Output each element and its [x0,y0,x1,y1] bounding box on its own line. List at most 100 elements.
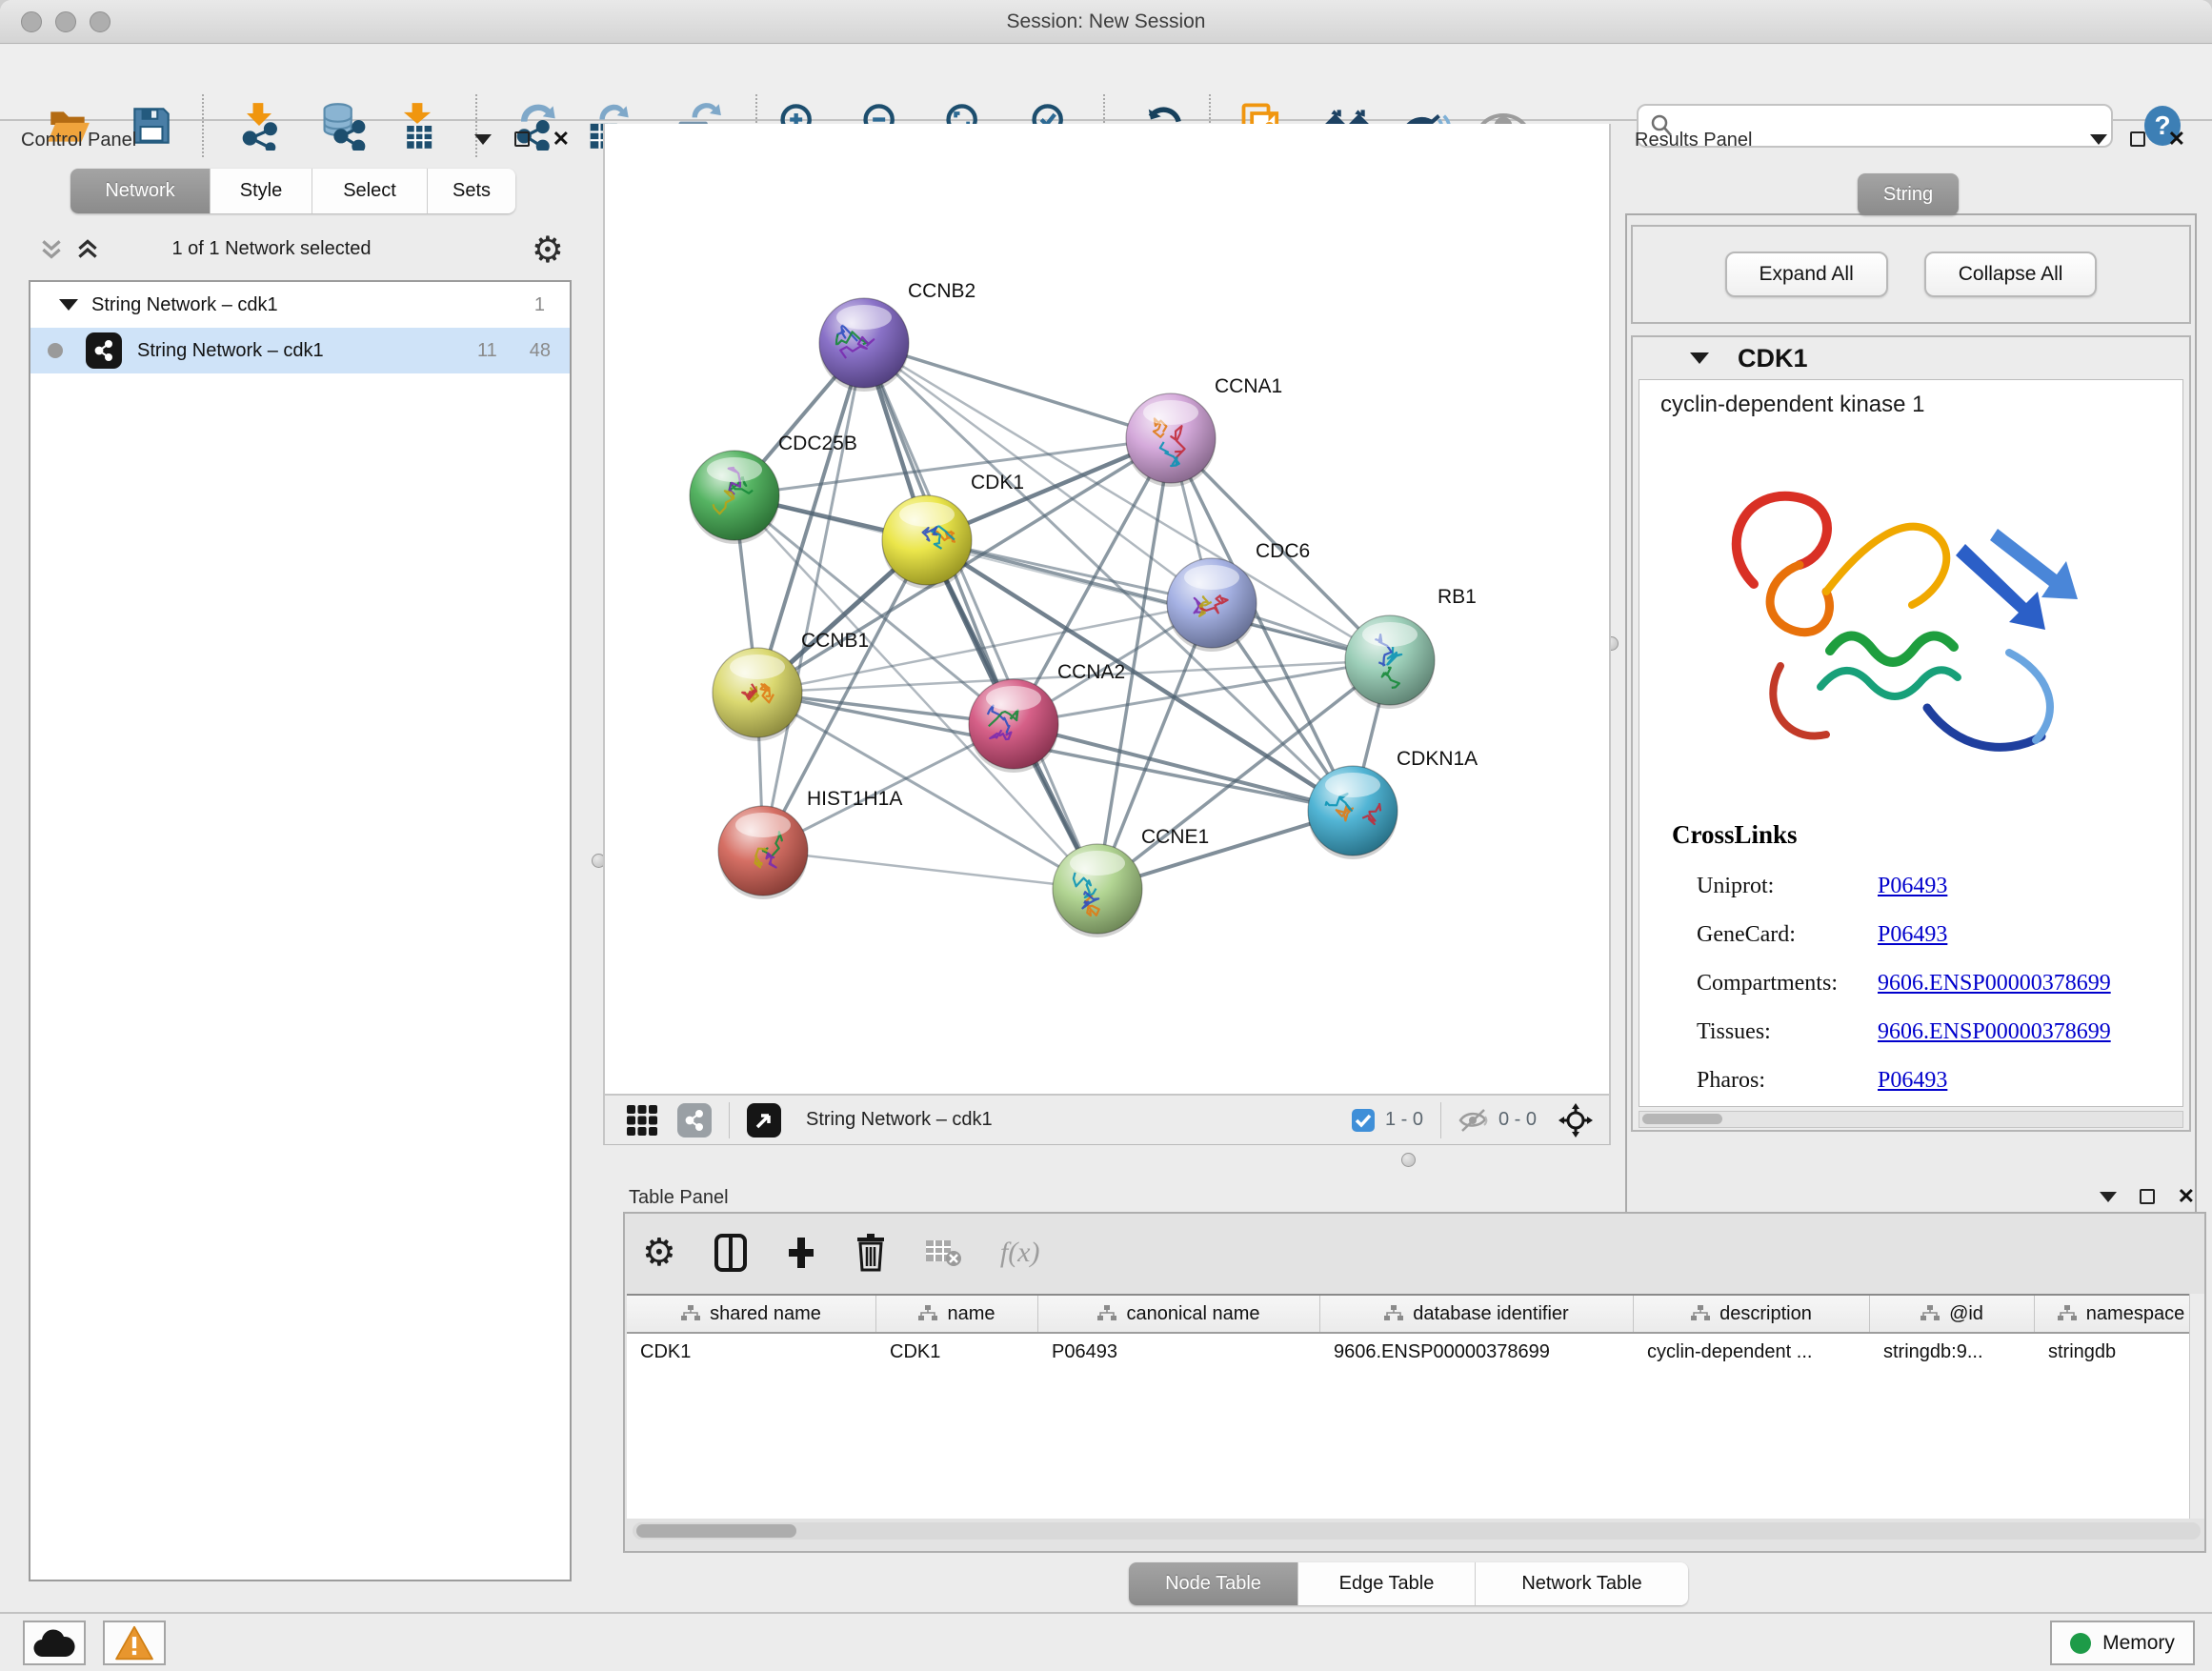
control-panel-tabs: NetworkStyleSelectSets [70,169,515,213]
node-result-header[interactable]: CDK1 [1633,337,2189,379]
share-icon[interactable] [677,1103,712,1137]
crosslink-link[interactable]: 9606.ENSP00000378699 [1878,1019,2111,1045]
network-node-CCNA1[interactable] [1126,393,1216,487]
network-node-CDC25B[interactable] [690,451,779,544]
cloud-icon [33,1628,75,1659]
column-header-namespace[interactable]: namespace [2035,1296,2193,1332]
memory-button[interactable]: Memory [2050,1621,2195,1665]
network-canvas[interactable]: CCNB2CCNA1CDC25BCDK1CDC6RB1CCNB1CCNA2CDK… [603,124,1611,1094]
toolbar-separator [1440,1102,1441,1138]
crosshair-icon[interactable] [1558,1102,1594,1138]
column-header-canonical-name[interactable]: canonical name [1038,1296,1320,1332]
float-icon[interactable] [514,131,530,147]
trash-icon[interactable] [855,1234,886,1272]
crosslink-link[interactable]: P06493 [1878,874,1947,899]
tab-network[interactable]: Network [70,169,211,213]
float-icon[interactable] [2130,131,2145,147]
add-column-icon[interactable] [785,1234,817,1272]
table-hscrollbar-thumb[interactable] [636,1524,796,1538]
network-collection-row[interactable]: String Network – cdk1 1 [30,282,570,328]
close-icon[interactable]: ✕ [553,131,570,147]
tab-edge-table[interactable]: Edge Table [1298,1562,1476,1605]
column-header-description[interactable]: description [1634,1296,1870,1332]
network-node-count: 11 [477,340,497,362]
crosslink-link[interactable]: P06493 [1878,922,1947,948]
cloud-button[interactable] [23,1621,86,1665]
tab-select[interactable]: Select [312,169,428,213]
table-cell[interactable]: CDK1 [627,1334,876,1370]
close-icon[interactable]: ✕ [2168,131,2185,147]
table-cell[interactable]: stringdb [2035,1334,2193,1370]
tab-sets[interactable]: Sets [428,169,515,213]
table-cell[interactable]: cyclin-dependent ... [1634,1334,1870,1370]
table-cell[interactable]: P06493 [1038,1334,1320,1370]
column-header-database-identifier[interactable]: database identifier [1320,1296,1634,1332]
network-node-CCNA2[interactable] [969,679,1058,773]
close-icon[interactable]: ✕ [2178,1189,2195,1204]
network-node-CDC6[interactable] [1167,558,1257,652]
crosslink-label: Pharos: [1697,1068,1878,1094]
control-panel-title: Control Panel [21,130,136,151]
tab-style[interactable]: Style [211,169,312,213]
node-label-CCNE1: CCNE1 [1141,826,1209,848]
column-header-@id[interactable]: @id [1870,1296,2035,1332]
network-node-CCNB2[interactable] [819,298,909,392]
gear-icon[interactable]: ⚙ [532,229,564,272]
network-node-CCNE1[interactable] [1053,844,1142,937]
column-header-label: canonical name [1126,1303,1259,1325]
table-cell[interactable]: stringdb:9... [1870,1334,2035,1370]
table-cell[interactable]: CDK1 [876,1334,1038,1370]
column-header-name[interactable]: name [876,1296,1038,1332]
tree-expand-icon[interactable] [1690,352,1709,364]
hidden-eye-icon[interactable] [1458,1107,1489,1134]
network-node-CDKN1A[interactable] [1308,766,1398,859]
network-edge-HIST1H1A-CCNE1[interactable] [763,851,1097,889]
network-node-RB1[interactable] [1345,615,1435,709]
network-edge-CCNB2-CCNA1[interactable] [864,343,1171,438]
float-icon[interactable] [2140,1189,2155,1204]
results-scrollbar[interactable] [1639,1111,2183,1128]
network-node-CCNB1[interactable] [713,648,802,741]
collection-label: String Network – cdk1 [91,294,278,316]
table-row[interactable]: CDK1CDK1P064939606.ENSP00000378699cyclin… [627,1334,2193,1370]
crosslink-row: Tissues:9606.ENSP00000378699 [1697,1008,2173,1057]
warning-button[interactable] [103,1621,166,1665]
bottom-splitter-handle[interactable] [1401,1153,1416,1167]
network-edge-CCNB2-HIST1H1A[interactable] [763,343,864,851]
open-view-icon[interactable] [747,1103,781,1137]
node-label-CCNA1: CCNA1 [1215,375,1282,397]
collapse-all-button[interactable]: Collapse All [1924,252,2098,297]
collapse-arrow-icon[interactable] [474,134,492,145]
expand-all-button[interactable]: Expand All [1725,252,1888,297]
network-graph[interactable]: CCNB2CCNA1CDC25BCDK1CDC6RB1CCNB1CCNA2CDK… [605,124,1609,1090]
collapse-arrow-icon[interactable] [2090,134,2107,145]
table-vscrollbar[interactable] [2189,1294,2204,1519]
network-row[interactable]: String Network – cdk1 11 48 [30,328,570,373]
node-label-RB1: RB1 [1438,586,1477,608]
column-header-label: database identifier [1413,1303,1568,1325]
tab-string[interactable]: String [1858,173,1959,215]
function-icon[interactable]: f(x) [1000,1237,1040,1269]
node-result-card: CDK1 cyclin-dependent kinase 1 [1631,335,2191,1132]
delete-table-icon[interactable] [924,1237,962,1269]
status-bar: Memory [0,1612,2212,1671]
network-node-HIST1H1A[interactable] [718,806,808,899]
results-scrollbar-thumb[interactable] [1642,1114,1722,1124]
network-node-CDK1[interactable] [882,495,972,589]
tab-network-table[interactable]: Network Table [1476,1562,1688,1605]
node-label-HIST1H1A: HIST1H1A [807,788,902,810]
tree-expand-icon[interactable] [59,299,78,311]
results-panel-title: Results Panel [1635,130,1752,151]
checkbox-icon[interactable] [1351,1108,1376,1133]
tab-node-table[interactable]: Node Table [1129,1562,1298,1605]
crosslink-link[interactable]: P06493 [1878,1068,1947,1094]
crosslink-link[interactable]: 9606.ENSP00000378699 [1878,971,2111,997]
table-hscrollbar[interactable] [633,1522,2201,1540]
show-columns-icon[interactable] [714,1234,747,1272]
column-header-shared-name[interactable]: shared name [627,1296,876,1332]
crosslink-label: Tissues: [1697,1019,1878,1045]
gear-icon[interactable]: ⚙ [642,1231,676,1275]
table-cell[interactable]: 9606.ENSP00000378699 [1320,1334,1634,1370]
collapse-arrow-icon[interactable] [2100,1192,2117,1202]
grid-icon[interactable] [626,1104,658,1137]
